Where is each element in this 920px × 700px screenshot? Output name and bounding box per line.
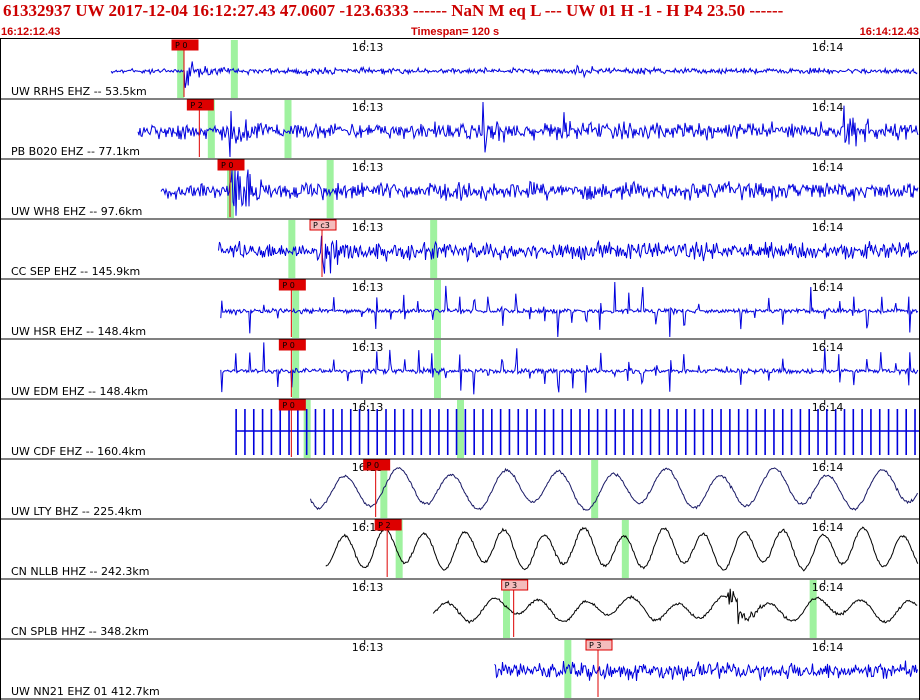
analysis-window-marker (230, 40, 238, 98)
analysis-window-marker (430, 220, 438, 278)
station-label: CN NLLB HHZ -- 242.3km (11, 565, 150, 578)
pick-label: P 2 (190, 101, 202, 110)
station-label: CC SEP EHZ -- 145.9km (11, 265, 140, 278)
station-label: UW CDF EHZ -- 160.4km (11, 445, 146, 458)
end-time: 16:14:12.43 (860, 26, 919, 38)
minute-tick-label: 16:14 (812, 221, 844, 234)
minute-tick-label: 16:14 (812, 461, 844, 474)
minute-tick-label: 16:13 (352, 221, 384, 234)
minute-tick-label: 16:13 (352, 581, 384, 594)
seismogram-chart: 61332937 UW 2017-12-04 16:12:27.43 47.06… (0, 0, 920, 700)
station-label: UW RRHS EHZ -- 53.5km (11, 85, 147, 98)
station-label: UW NN21 EHZ 01 412.7km (11, 685, 160, 698)
timespan-label: Timespan= 120 s (411, 26, 499, 38)
minute-tick-label: 16:14 (812, 581, 844, 594)
station-label: PB B020 EHZ -- 77.1km (11, 145, 140, 158)
minute-tick-label: 16:13 (352, 161, 384, 174)
analysis-window-marker (621, 520, 629, 578)
start-time: 16:12:12.43 (1, 26, 60, 38)
pick-label: P 0 (282, 281, 294, 290)
station-label: UW WH8 EHZ -- 97.6km (11, 205, 142, 218)
minute-tick-label: 16:14 (812, 641, 844, 654)
pick-label: P 0 (282, 401, 294, 410)
pick-label: P 0 (221, 161, 233, 170)
event-header: 61332937 UW 2017-12-04 16:12:27.43 47.06… (3, 1, 784, 20)
station-label: UW LTY BHZ -- 225.4km (11, 505, 142, 518)
minute-tick-label: 16:14 (812, 341, 844, 354)
minute-tick-label: 16:14 (812, 281, 844, 294)
minute-tick-label: 16:13 (352, 101, 384, 114)
minute-tick-label: 16:13 (352, 281, 384, 294)
pick-label: P 3 (505, 581, 517, 590)
minute-tick-label: 16:14 (812, 101, 844, 114)
minute-tick-label: 16:13 (352, 641, 384, 654)
pick-label: P 0 (282, 341, 294, 350)
minute-tick-label: 16:14 (812, 41, 844, 54)
minute-tick-label: 16:13 (352, 401, 384, 414)
pick-label: P c3 (313, 221, 330, 230)
station-label: CN SPLB HHZ -- 348.2km (11, 625, 149, 638)
analysis-window-marker (457, 400, 464, 458)
pick-label: P 0 (367, 461, 379, 470)
minute-tick-label: 16:14 (812, 161, 844, 174)
pick-label: P 0 (175, 41, 187, 50)
pick-label: P 3 (589, 641, 601, 650)
station-label: UW HSR EHZ -- 148.4km (11, 325, 146, 338)
analysis-window-marker (591, 460, 599, 518)
seismogram-viewer: 61332937 UW 2017-12-04 16:12:27.43 47.06… (0, 0, 920, 700)
pick-label: P 2 (378, 521, 390, 530)
minute-tick-label: 16:14 (812, 521, 844, 534)
minute-tick-label: 16:13 (352, 41, 384, 54)
minute-tick-label: 16:13 (352, 341, 384, 354)
station-label: UW EDM EHZ -- 148.4km (11, 385, 148, 398)
